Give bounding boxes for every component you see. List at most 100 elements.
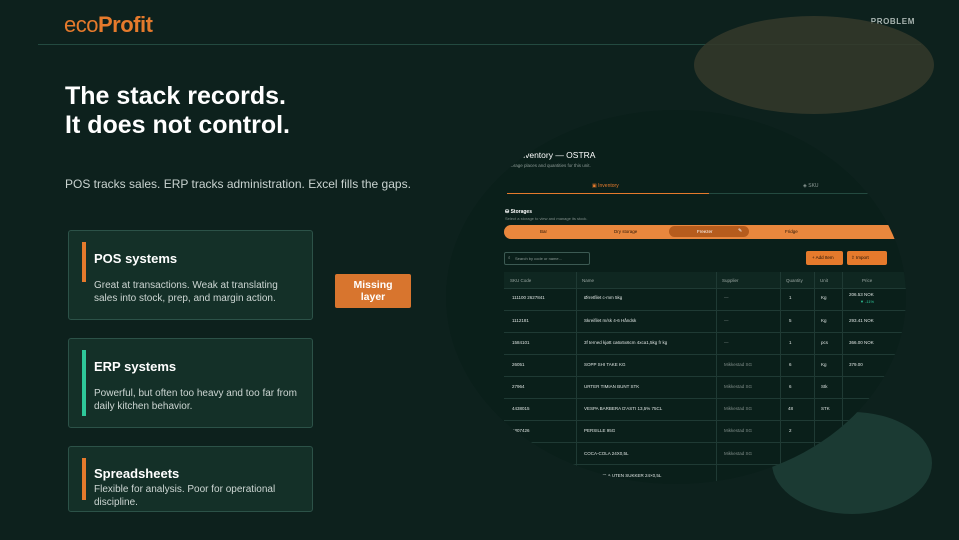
table-row-1-name[interactable]: Skreifilet m/sk 4-6 Håndsk (584, 318, 636, 323)
table-row-1-code: 1112181 (512, 318, 529, 323)
table-row-0-code: 111100 2627841 (512, 295, 545, 300)
table-row-4-name[interactable]: URTER TIMIAN BUNT STK (584, 384, 639, 389)
logo-eco: eco (64, 12, 98, 37)
col-quantity[interactable]: Quantity (786, 278, 803, 283)
card-body: Flexible for analysis. Poor for operatio… (94, 484, 276, 508)
card-accent-bar (82, 242, 86, 282)
missing-line-1: Missing (353, 279, 393, 291)
storages-heading: ⛁ Storages (505, 209, 532, 215)
col-sku-code[interactable]: SKU Code (510, 278, 531, 283)
table-row-2-name[interactable]: 3f terned kjøtt ca6x5x6cm 4xca1,5kg fr k… (584, 340, 667, 345)
table-row-4-unit: Stk (821, 384, 828, 389)
import-text: Import (856, 255, 869, 260)
row-divider (504, 420, 906, 421)
card-body: Powerful, but often too heavy and too fa… (94, 388, 297, 412)
table-row-0-supplier: — (724, 295, 729, 300)
table-row-5-unit: STK (821, 406, 830, 411)
col-unit[interactable]: Unit (820, 278, 828, 283)
table-row-6-qty: 2 (789, 428, 792, 433)
col-supplier[interactable]: Supplier (722, 278, 739, 283)
col-price[interactable]: Price (862, 278, 872, 283)
row-divider (504, 398, 906, 399)
card-body: Great at transactions. Weak at translati… (94, 280, 278, 304)
table-row-7-name[interactable]: COCA-COLA 24X0,5L (584, 451, 629, 456)
card-accent-bar (82, 458, 86, 500)
slide-subtitle: POS tracks sales. ERP tracks administrat… (65, 177, 411, 191)
table-row-0-delta: ▼ -11% (860, 299, 875, 304)
search-placeholder: Search by code or name... (515, 256, 562, 261)
table-row-7-supplier: Mikkestad SG (724, 451, 753, 456)
table-row-5-qty: 48 (788, 406, 794, 411)
table-row-3-supplier: Mikkestad SG (724, 362, 753, 367)
row-divider (504, 354, 906, 355)
tab-sku-label: SKU (808, 183, 819, 189)
app-title: Inventory — OSTRA (518, 150, 596, 160)
table-row-0-price: 206.53 NOK (849, 292, 874, 297)
table-row-2-supplier: — (724, 340, 729, 345)
card-title: POS systems (94, 251, 178, 266)
storages-label: Storages (510, 209, 532, 215)
table-row-4-qty: 6 (789, 384, 792, 389)
table-row-5-name[interactable]: VESPA BARBERA D'ASTI 13,5% 75CL (584, 406, 662, 411)
card-spreadsheets: Spreadsheets Flexible for analysis. Poor… (68, 446, 313, 512)
headline-line-1: The stack records. (65, 82, 286, 110)
tab-underline (709, 193, 906, 194)
row-divider (504, 332, 906, 333)
table-row-2-price: 366.00 NOK (849, 340, 874, 345)
decorative-blob-top (694, 16, 934, 114)
table-row-3-qty: 6 (789, 362, 792, 367)
storage-chip-dry[interactable]: Dry storage (614, 229, 637, 234)
missing-line-2: layer (360, 291, 386, 303)
row-divider (504, 310, 906, 311)
column-divider (814, 272, 815, 484)
tab-inventory[interactable]: ▣ Inventory (592, 183, 619, 189)
table-row-0-unit: Kg (821, 295, 827, 300)
table-row-1-price: 293.41 NOK (849, 318, 874, 323)
row-divider (504, 464, 906, 465)
table-row-3-name[interactable]: SOPP SHI TAKE KG (584, 362, 626, 367)
table-row-0-name[interactable]: Ørretfilet c-mm 5kg (584, 295, 622, 300)
table-row-6-code: 4807426 (512, 428, 530, 433)
tab-active-underline (507, 193, 709, 194)
missing-layer-badge: Missing layer (335, 274, 411, 308)
table-row-1-supplier: — (724, 318, 729, 323)
storages-hint: Select a storage to view and manage its … (505, 216, 588, 221)
storage-chip-bar[interactable]: Bar (540, 229, 547, 234)
table-row-0-qty: 1 (789, 295, 792, 300)
table-row-6-supplier: Mikkestad SG (724, 428, 753, 433)
storage-chip-fridge[interactable]: Fridge (785, 229, 798, 234)
col-name[interactable]: Name (582, 278, 594, 283)
app-screenshot-lens: Inventory — OSTRA Storage places and qua… (446, 110, 906, 484)
ecoprofit-logo: ecoProfit (64, 12, 153, 38)
table-row-2-unit: pcs (821, 340, 829, 345)
column-divider (842, 272, 843, 484)
pencil-icon[interactable]: ✎ (738, 228, 742, 234)
card-pos-systems: POS systems Great at transactions. Weak … (68, 230, 313, 320)
tab-sku[interactable]: ◈ SKU (803, 183, 819, 189)
table-row-5-supplier: Mikkestad SG (724, 406, 753, 411)
add-item-label: + Add Item (812, 255, 834, 260)
row-divider (504, 288, 906, 289)
column-divider (780, 272, 781, 484)
headline-line-2: It does not control. (65, 111, 290, 139)
table-row-5-code: 4438015 (512, 406, 530, 411)
card-erp-systems: ERP systems Powerful, but often too heav… (68, 338, 313, 428)
row-divider (504, 376, 906, 377)
row-divider (504, 442, 906, 443)
table-row-2-code: 1584101 (512, 340, 530, 345)
search-icon: ⌕ (508, 255, 511, 260)
card-title: ERP systems (94, 359, 177, 374)
tab-inventory-label: Inventory (598, 183, 619, 189)
table-header (504, 272, 906, 288)
table-row-3-unit: Kg (821, 362, 827, 367)
table-row-3-code: 26051 (512, 362, 525, 367)
app-subtitle: Storage places and quantities for this u… (507, 163, 591, 168)
card-title: Spreadsheets (94, 466, 180, 481)
table-row-4-code: 27964 (512, 384, 525, 389)
table-row-1-unit: Kg (821, 318, 827, 323)
storage-chip-freezer-label: Freezer (697, 229, 713, 234)
table-row-8-name[interactable]: COCA-COLA UTEN SUKKER 24×0,5L (584, 473, 661, 478)
slide-headline: The stack records. It does not control. (65, 82, 290, 140)
table-row-6-name[interactable]: PERSILLE 95G (584, 428, 615, 433)
import-label: ⇪ Import (851, 255, 869, 261)
